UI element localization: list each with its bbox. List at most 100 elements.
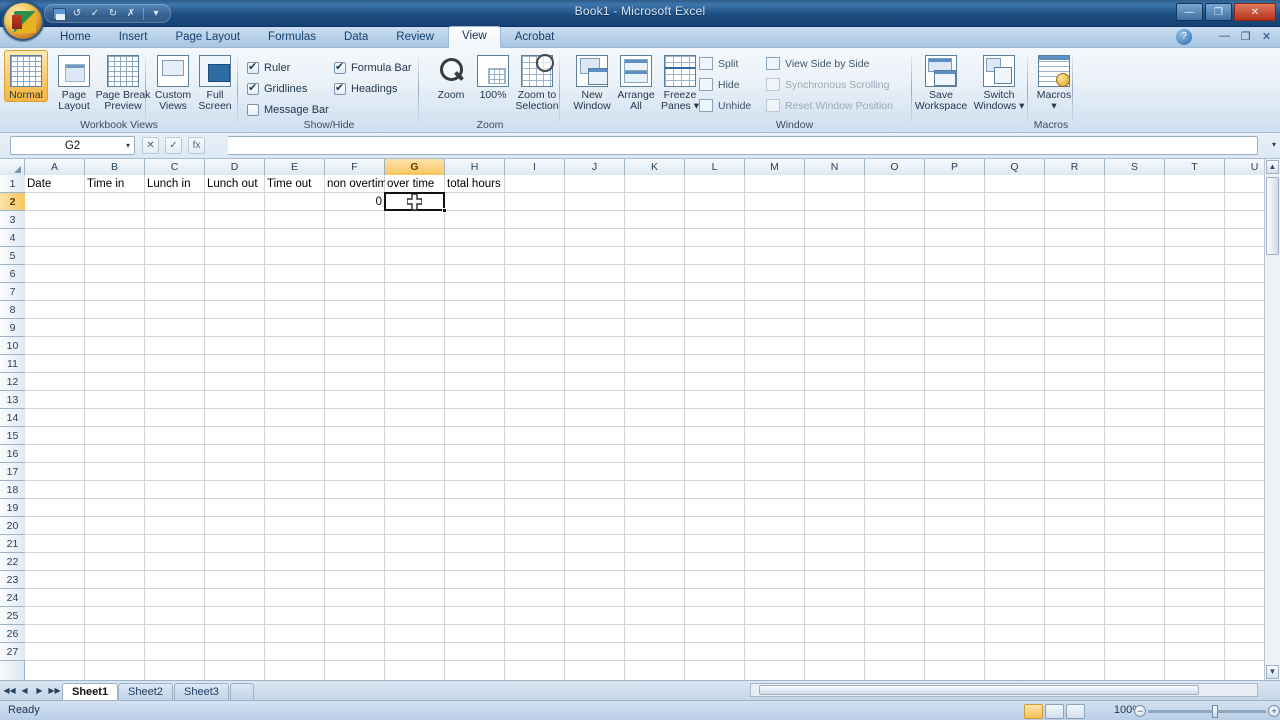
- view-side-by-side-button[interactable]: View Side by Side: [766, 57, 869, 70]
- tab-home[interactable]: Home: [46, 28, 105, 48]
- gridlines-checkbox-icon[interactable]: [247, 83, 259, 95]
- ruler-checkbox-icon[interactable]: [247, 62, 259, 74]
- cell-D1[interactable]: Lunch out: [205, 175, 265, 193]
- split-button[interactable]: Split: [699, 57, 738, 70]
- insert-worksheet-icon[interactable]: [230, 683, 254, 701]
- help-icon[interactable]: ?: [1176, 29, 1192, 45]
- column-header-K[interactable]: K: [625, 159, 685, 175]
- zoom-slider[interactable]: [1148, 710, 1266, 713]
- row-header-10[interactable]: 10: [0, 337, 25, 355]
- row-header-15[interactable]: 15: [0, 427, 25, 445]
- enter-formula-icon[interactable]: ✓: [165, 137, 182, 154]
- column-header-B[interactable]: B: [85, 159, 145, 175]
- zoom-slider-knob[interactable]: [1212, 705, 1218, 718]
- document-minimize-button[interactable]: —: [1217, 30, 1232, 43]
- row-header-13[interactable]: 13: [0, 391, 25, 409]
- row-header-12[interactable]: 12: [0, 373, 25, 391]
- cell-E1[interactable]: Time out: [265, 175, 325, 193]
- sheet-tab-sheet1[interactable]: Sheet1: [62, 683, 118, 701]
- unhide-button[interactable]: Unhide: [699, 99, 751, 112]
- normal-view-status-icon[interactable]: [1024, 704, 1043, 719]
- message-bar-checkbox-icon[interactable]: [247, 104, 259, 116]
- row-header-8[interactable]: 8: [0, 301, 25, 319]
- row-header-19[interactable]: 19: [0, 499, 25, 517]
- window-controls[interactable]: — ❐ ✕: [1176, 3, 1276, 21]
- cell-H1[interactable]: total hours: [445, 175, 505, 193]
- nav-last-sheet-icon[interactable]: ▶▶: [48, 684, 61, 698]
- headings-checkbox-icon[interactable]: [334, 83, 346, 95]
- full-screen-button[interactable]: Full Screen: [190, 51, 240, 112]
- view-mode-buttons[interactable]: [1024, 704, 1085, 719]
- check-message-bar[interactable]: Message Bar: [247, 104, 329, 116]
- tab-view[interactable]: View: [448, 26, 501, 48]
- tab-review[interactable]: Review: [382, 28, 448, 48]
- cell-F2[interactable]: 0: [325, 193, 385, 211]
- cell-C1[interactable]: Lunch in: [145, 175, 205, 193]
- row-header-5[interactable]: 5: [0, 247, 25, 265]
- cell-F1[interactable]: non overtime: [325, 175, 385, 193]
- switch-windows-button[interactable]: Switch Windows ▾: [971, 51, 1027, 112]
- arrange-all-button[interactable]: Arrange All: [611, 51, 661, 112]
- row-header-6[interactable]: 6: [0, 265, 25, 283]
- cell-A1[interactable]: Date: [25, 175, 85, 193]
- active-cell-selection[interactable]: [384, 192, 445, 211]
- check-ruler[interactable]: Ruler: [247, 62, 290, 74]
- new-window-button[interactable]: New Window: [567, 51, 617, 112]
- page-layout-view-status-icon[interactable]: [1045, 704, 1064, 719]
- tab-insert[interactable]: Insert: [105, 28, 162, 48]
- check-headings[interactable]: Headings: [334, 83, 397, 95]
- vertical-scrollbar[interactable]: ▲ ▼: [1264, 159, 1280, 680]
- column-header-S[interactable]: S: [1105, 159, 1165, 175]
- row-header-3[interactable]: 3: [0, 211, 25, 229]
- zoom-out-button[interactable]: −: [1134, 705, 1146, 717]
- horizontal-scrollbar[interactable]: [750, 683, 1258, 697]
- sheet-tab-sheet2[interactable]: Sheet2: [118, 683, 173, 701]
- save-workspace-button[interactable]: Save Workspace: [913, 51, 969, 112]
- column-header-P[interactable]: P: [925, 159, 985, 175]
- row-header-25[interactable]: 25: [0, 607, 25, 625]
- horizontal-scroll-thumb[interactable]: [759, 685, 1199, 695]
- tab-page-layout[interactable]: Page Layout: [161, 28, 254, 48]
- row-header-7[interactable]: 7: [0, 283, 25, 301]
- row-header-17[interactable]: 17: [0, 463, 25, 481]
- row-header-22[interactable]: 22: [0, 553, 25, 571]
- tab-formulas[interactable]: Formulas: [254, 28, 330, 48]
- tab-data[interactable]: Data: [330, 28, 382, 48]
- tab-acrobat[interactable]: Acrobat: [501, 28, 569, 48]
- column-header-Q[interactable]: Q: [985, 159, 1045, 175]
- freeze-panes-button[interactable]: Freeze Panes ▾: [655, 51, 705, 112]
- grid-area[interactable]: DateTime inLunch inLunch outTime outnon …: [25, 175, 1280, 680]
- select-all-button[interactable]: [0, 159, 25, 175]
- formula-bar-checkbox-icon[interactable]: [334, 62, 346, 74]
- formula-buttons[interactable]: ✕ ✓ fx: [142, 136, 205, 155]
- zoom-in-button[interactable]: +: [1268, 705, 1280, 717]
- fill-handle[interactable]: [442, 208, 447, 213]
- vertical-scroll-thumb[interactable]: [1266, 177, 1279, 255]
- check-gridlines[interactable]: Gridlines: [247, 83, 307, 95]
- row-header-26[interactable]: 26: [0, 625, 25, 643]
- column-header-R[interactable]: R: [1045, 159, 1105, 175]
- name-box[interactable]: G2 ▾: [10, 136, 135, 155]
- column-header-G[interactable]: G: [385, 159, 445, 175]
- column-header-F[interactable]: F: [325, 159, 385, 175]
- document-window-controls[interactable]: — ❐ ✕: [1217, 30, 1274, 43]
- cancel-formula-icon[interactable]: ✕: [142, 137, 159, 154]
- minimize-button[interactable]: —: [1176, 3, 1203, 21]
- name-box-dropdown-icon[interactable]: ▾: [126, 141, 130, 150]
- column-header-L[interactable]: L: [685, 159, 745, 175]
- check-formula-bar[interactable]: Formula Bar: [334, 62, 412, 74]
- nav-first-sheet-icon[interactable]: ◀◀: [3, 684, 16, 698]
- sheet-nav-buttons[interactable]: ◀◀ ◀ ▶ ▶▶: [3, 684, 61, 698]
- hide-button[interactable]: Hide: [699, 78, 740, 91]
- cell-G1[interactable]: over time: [385, 175, 445, 193]
- column-header-H[interactable]: H: [445, 159, 505, 175]
- column-header-A[interactable]: A: [25, 159, 85, 175]
- sheet-tab-sheet3[interactable]: Sheet3: [174, 683, 229, 701]
- row-header-16[interactable]: 16: [0, 445, 25, 463]
- zoom-to-selection-button[interactable]: Zoom to Selection: [510, 51, 564, 112]
- scroll-up-button[interactable]: ▲: [1266, 160, 1279, 174]
- scroll-down-button[interactable]: ▼: [1266, 665, 1279, 679]
- page-break-view-status-icon[interactable]: [1066, 704, 1085, 719]
- row-header-23[interactable]: 23: [0, 571, 25, 589]
- column-header-E[interactable]: E: [265, 159, 325, 175]
